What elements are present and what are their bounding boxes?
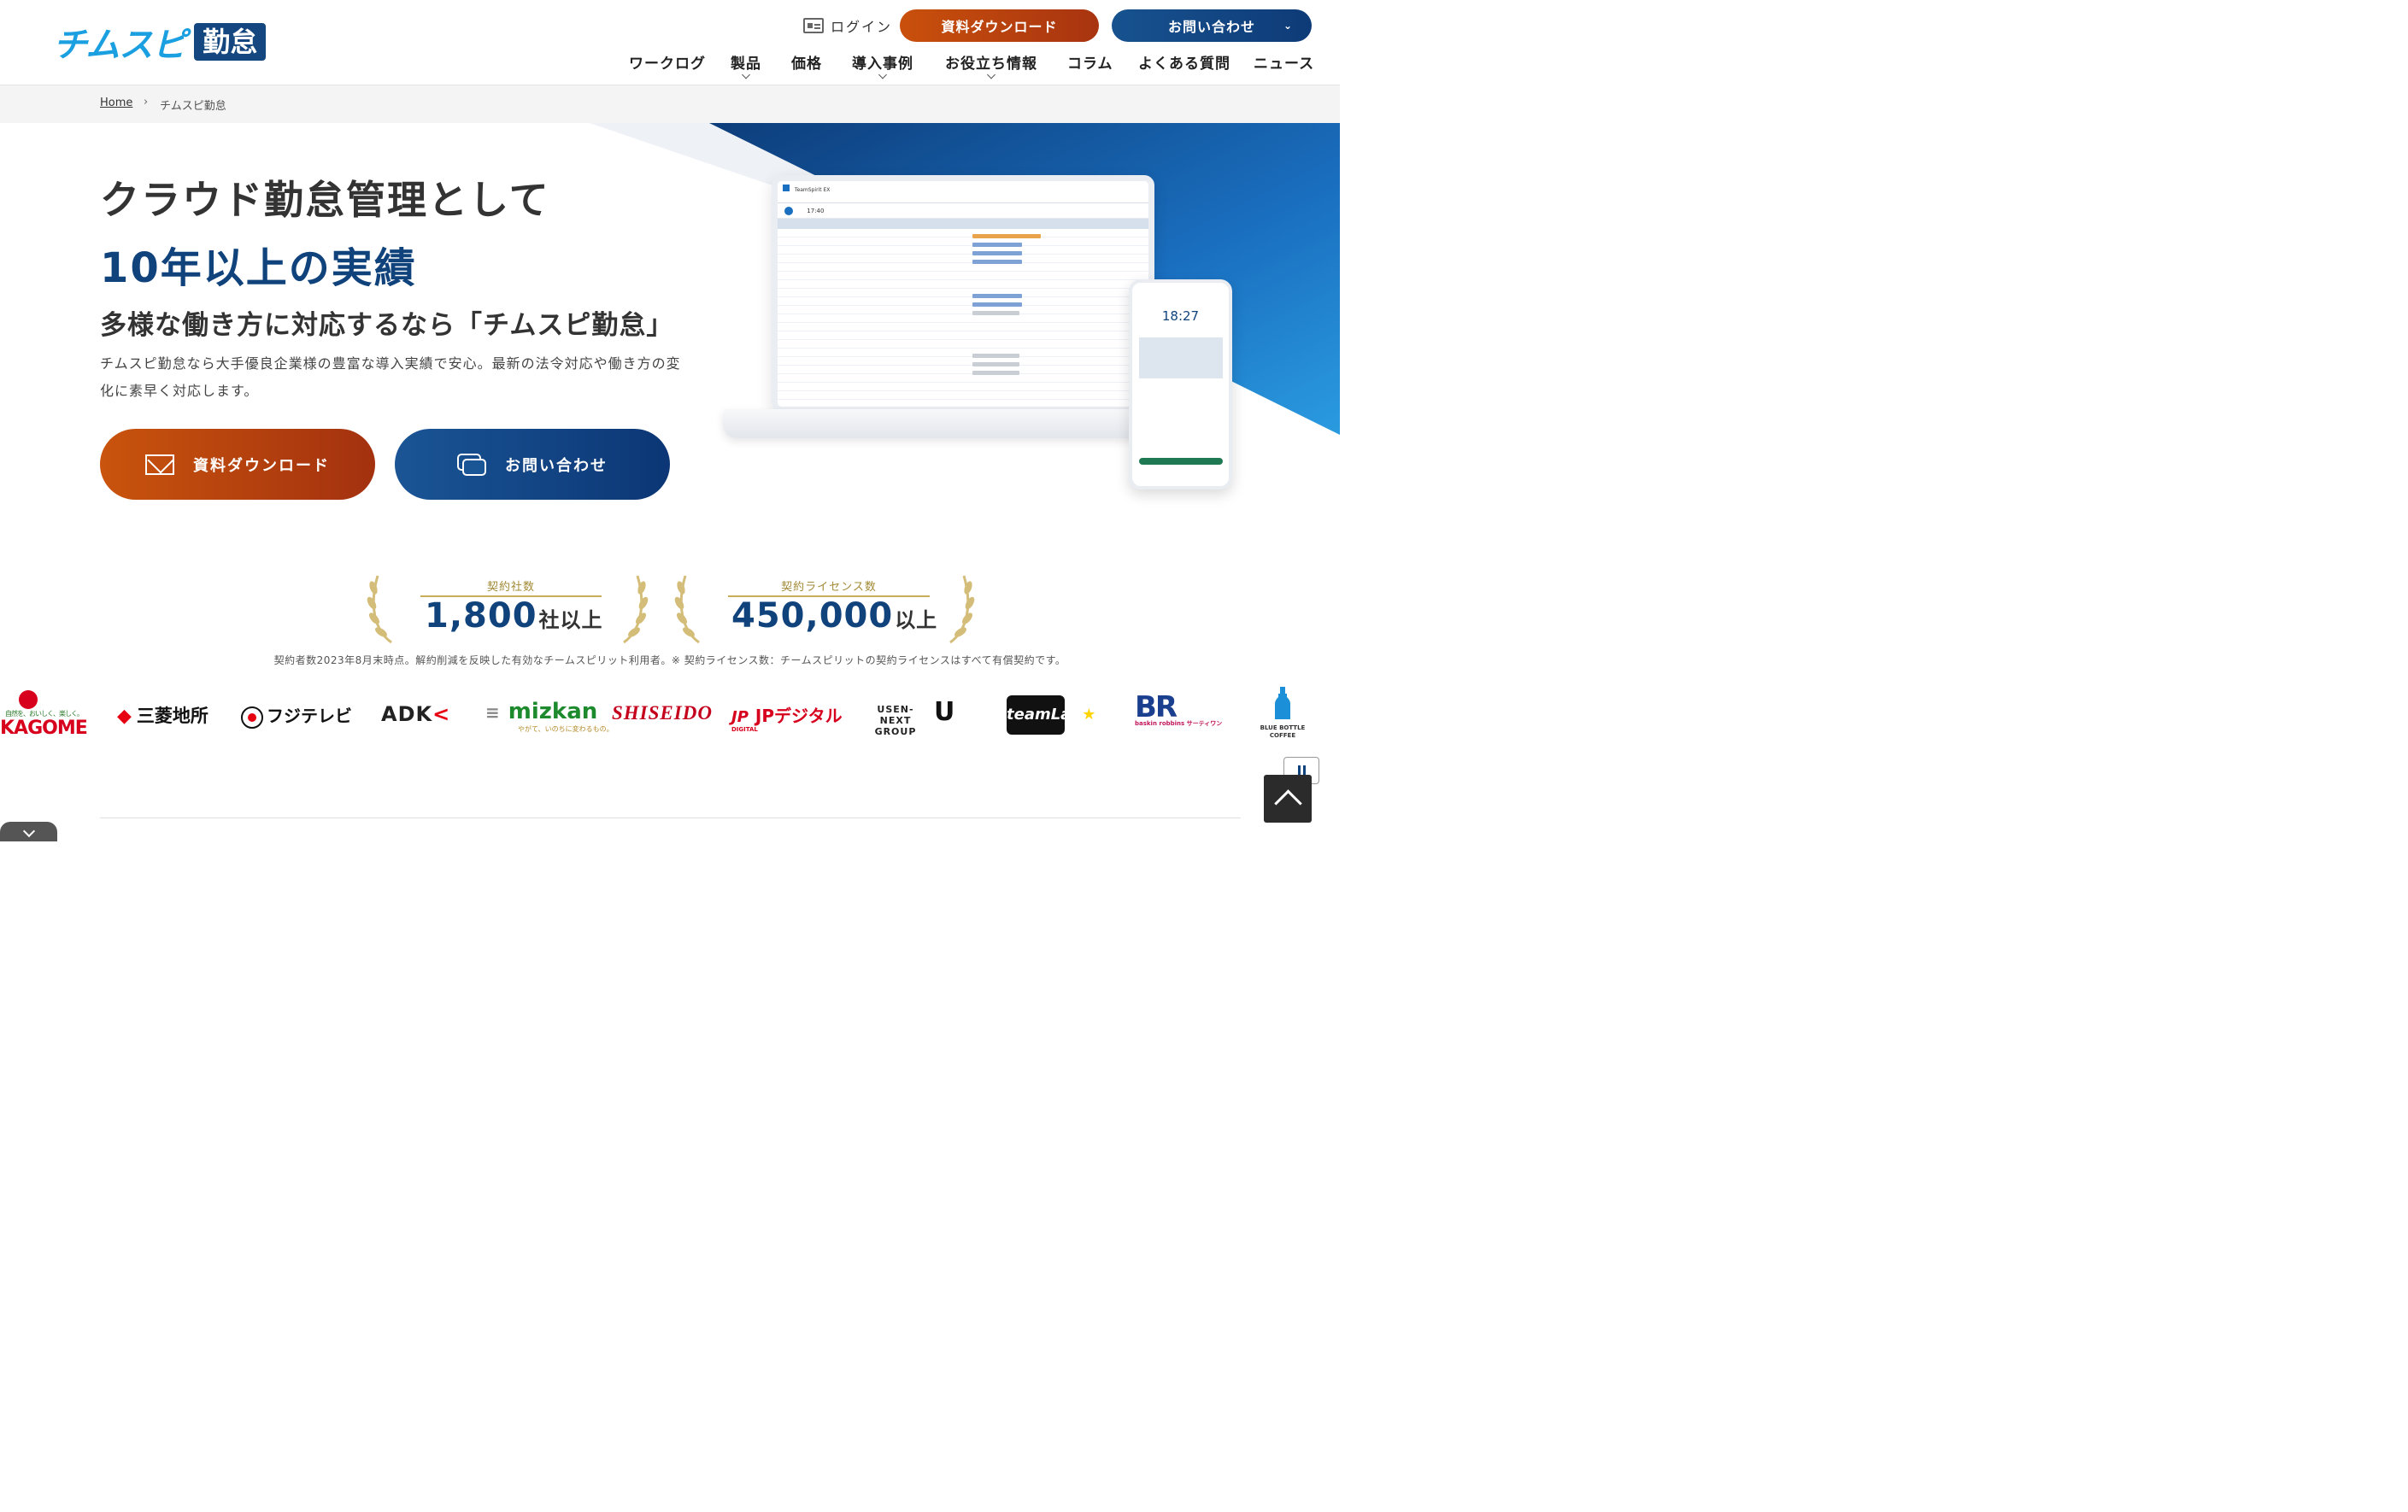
header-contact-label: お問い合わせ [1167,19,1255,35]
timesheet-bar [972,354,1019,358]
stat-companies-label: 契約社数 [486,581,535,594]
stats-footnote: 契約者数2023年8月末時点。解約削減を反映した有効なチームスピリット利用者。※… [273,654,1066,666]
logo-usen-next: USEN-NEXT GROUP [874,704,917,737]
header-contact-button[interactable]: お問い合わせ ⌄ [1112,9,1312,42]
site-header: チムスピ 勤怠 ログイン 資料ダウンロード お問い合わせ ⌄ ワークログ 製品 … [0,0,1340,85]
tomato-icon [19,690,38,709]
logo-mizkan: ≡ mizkan やがて、いのちに変わるもの。 [485,699,614,733]
timesheet-bar [972,243,1022,247]
logo-adk: ADK< [381,702,451,726]
star-icon: ★ [1082,706,1096,724]
header-download-button[interactable]: 資料ダウンロード [900,9,1099,42]
nav-item-products[interactable]: 製品 [731,51,761,79]
main-nav: ワークログ 製品 価格 導入事例 お役立ち情報 コラム よくある質問 ニュース [0,51,1340,79]
nav-item-news[interactable]: ニュース [1254,51,1314,73]
id-card-icon [803,18,824,33]
nav-item-faq[interactable]: よくある質問 [1138,51,1230,73]
laptop-time: 17:40 [807,208,825,214]
logo-kagome: 自然を、おいしく、楽しく。 KAGOME [0,690,88,739]
hero-lead: チムスピ勤怠なら大手優良企業様の豊富な導入実績で安心。最新の法令対応や働き方の変… [100,355,681,399]
map-thumbnail [1139,337,1223,378]
app-toolbar: TeamSpirit EX [778,181,1148,203]
app-name: TeamSpirit EX [794,187,831,193]
stat-licenses-label: 契約ライセンス数 [781,581,877,594]
laptop-screenshot: TeamSpirit EX 17:40 [772,175,1154,413]
chevron-right-icon: › [144,96,149,108]
breadcrumb: Home › チムスピ勤怠 [0,85,1340,123]
back-to-top-button[interactable] [1264,775,1312,823]
logo-shiseido: SHISEIDO [612,702,713,724]
timesheet-bar [972,294,1022,298]
logo-blue-bottle: BLUE BOTTLE COFFEE [1259,687,1307,740]
nav-item-cases[interactable]: 導入事例 [852,51,913,79]
client-logo-carousel: 自然を、おいしく、楽しく。 KAGOME ◆ 三菱地所 フジテレビ ADK< ≡ m… [0,683,1340,752]
hero-contact-button[interactable]: お問い合わせ [395,429,670,500]
timesheet-bar [972,260,1022,264]
clock-row: 17:40 [778,203,1148,219]
breadcrumb-current: チムスピ勤怠 [160,100,226,113]
logo-baskin-robbins: BR baskin robbins サーティワン [1135,690,1223,727]
mail-icon [145,454,174,475]
hero-title-line2: 10年以上の実績 [100,244,417,292]
stat-licenses-value: 450,000以上 [731,596,938,636]
footer-expand-button[interactable] [0,822,57,841]
timesheet-bar [972,371,1019,375]
adk-mark-icon: < [432,702,451,726]
timesheet-bar [972,311,1019,315]
usen-u-icon: U [934,697,955,727]
table-header [778,219,1148,229]
timesheet-grid [778,229,1148,407]
timesheet-bar [972,362,1019,366]
timesheet-bar [972,302,1022,307]
laurel-right-icon [623,575,649,644]
logo-mitsubishi-estate: ◆ 三菱地所 [117,706,208,727]
laurel-left-icon [367,575,392,644]
hero-contact-label: お問い合わせ [505,456,608,475]
bottle-icon [1275,687,1290,719]
nav-item-pricing[interactable]: 価格 [791,51,822,73]
logo-teamlab: teamLab★ [1007,695,1095,735]
hero-download-button[interactable]: 資料ダウンロード [100,429,375,500]
chevron-down-icon: ⌄ [1283,20,1293,32]
hero-subtitle: 多様な働き方に対応するなら「チムスピ勤怠」 [100,310,674,341]
stat-companies-value: 1,800社以上 [425,596,603,636]
breadcrumb-home-link[interactable]: Home [100,97,132,109]
laurel-left-icon [674,575,700,644]
chat-bubbles-icon [457,453,486,476]
timesheet-bar [972,234,1041,238]
fujitv-eye-icon [241,706,263,729]
timesheet-bar [972,251,1022,255]
logo-jp-digital: JP JPデジタル DIGITAL [731,706,843,733]
login-label: ログイン [831,19,893,35]
header-download-label: 資料ダウンロード [941,19,1058,35]
phone-time: 18:27 [1161,308,1200,324]
phone-clock-button [1139,458,1223,465]
app-icon [783,185,790,191]
nav-item-column[interactable]: コラム [1067,51,1113,73]
phone-screenshot: 18:27 [1129,279,1232,489]
laurel-right-icon [949,575,975,644]
nav-item-worklog[interactable]: ワークログ [629,51,706,73]
login-link[interactable]: ログイン [803,15,892,36]
clock-icon [784,207,793,215]
mitsubishi-diamonds-icon: ◆ [117,706,132,727]
nav-item-resources[interactable]: お役立ち情報 [945,51,1037,79]
hero-download-label: 資料ダウンロード [193,456,330,475]
jp-mark-icon: JP [731,708,749,726]
mizkan-emblem-icon: ≡ [485,702,500,723]
hero-title-line1: クラウド勤怠管理として [100,177,550,223]
logo-fujitv: フジテレビ [241,702,352,729]
